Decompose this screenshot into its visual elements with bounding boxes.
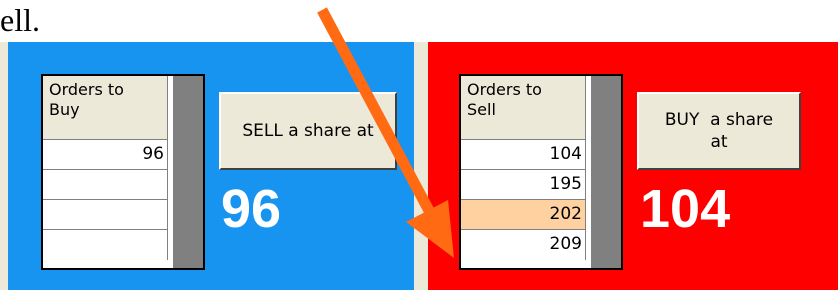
- buy-order-row[interactable]: [43, 200, 168, 230]
- sell-order-row[interactable]: 104: [461, 140, 586, 170]
- sell-order-row-highlighted[interactable]: 202: [461, 200, 586, 230]
- sell-order-row[interactable]: 209: [461, 230, 586, 260]
- buy-orders-header: Orders to Buy: [43, 76, 168, 140]
- buy-price-value: 104: [640, 179, 731, 239]
- sell-order-row[interactable]: 195: [461, 170, 586, 200]
- buy-orders-grid: Orders to Buy 96: [41, 74, 205, 270]
- sell-orders-panel: Orders to Sell 104 195 202 209 BUY a sha…: [428, 42, 838, 290]
- sell-orders-scrollbar[interactable]: [591, 76, 621, 268]
- buy-order-row[interactable]: [43, 170, 168, 200]
- buy-orders-panel: Orders to Buy 96 SELL a share at 96: [8, 42, 414, 290]
- sell-share-button[interactable]: SELL a share at: [219, 92, 397, 170]
- sell-orders-grid: Orders to Sell 104 195 202 209: [459, 74, 623, 270]
- buy-orders-scrollbar[interactable]: [173, 76, 203, 268]
- buy-order-row[interactable]: [43, 230, 168, 260]
- buy-order-row[interactable]: 96: [43, 140, 168, 170]
- document-text-fragment: ell.: [0, 2, 40, 38]
- sell-orders-header: Orders to Sell: [461, 76, 586, 140]
- buy-share-button[interactable]: BUY a share at: [637, 92, 801, 170]
- sell-price-value: 96: [221, 179, 282, 239]
